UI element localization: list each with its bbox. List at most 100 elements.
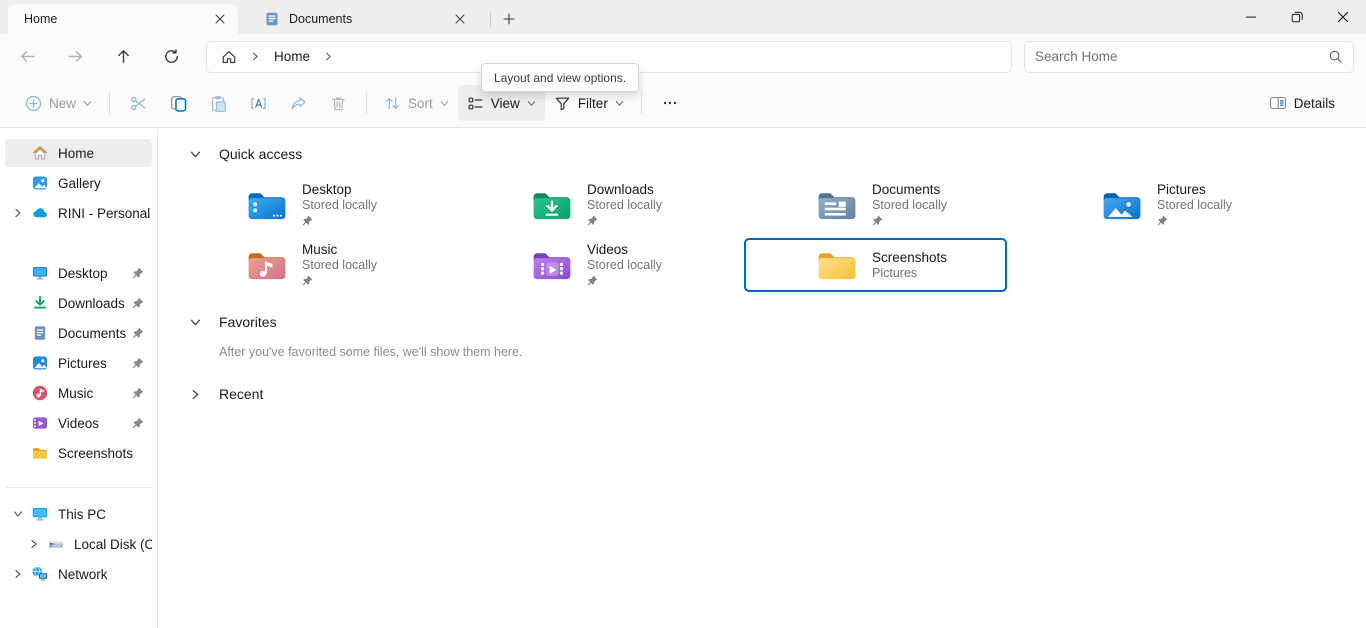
- tab-separator: [490, 12, 491, 27]
- close-icon[interactable]: [1320, 0, 1366, 34]
- chevron-right-icon[interactable]: [5, 569, 31, 579]
- chevron-down-icon[interactable]: [5, 509, 31, 519]
- search-icon: [1328, 49, 1343, 64]
- sidebar-item-documents[interactable]: Documents: [5, 319, 152, 347]
- search-box[interactable]: [1024, 41, 1354, 73]
- desktop-icon: [31, 264, 49, 282]
- pin-icon: [302, 275, 377, 288]
- rename-icon: [250, 95, 267, 112]
- breadcrumb-home-icon[interactable]: [213, 44, 245, 70]
- tab-home[interactable]: Home: [8, 4, 238, 34]
- home-folder-icon: [31, 144, 49, 162]
- new-button[interactable]: New: [16, 85, 101, 121]
- tab-documents[interactable]: Documents: [248, 4, 478, 34]
- back-icon[interactable]: [10, 40, 44, 74]
- section-title: Favorites: [219, 314, 277, 330]
- chevron-down-icon[interactable]: [190, 149, 206, 160]
- tile-screenshots[interactable]: Screenshots Pictures: [744, 238, 1007, 292]
- rename-button[interactable]: [238, 85, 278, 121]
- recent-section: Recent: [190, 382, 1366, 406]
- forward-icon[interactable]: [58, 40, 92, 74]
- favorites-empty-caption: After you've favorited some files, we'll…: [219, 345, 1366, 359]
- gallery-icon: [31, 174, 49, 192]
- up-icon[interactable]: [106, 40, 140, 74]
- share-button[interactable]: [278, 85, 318, 121]
- details-pane-icon: [1269, 94, 1287, 112]
- paste-button[interactable]: [198, 85, 238, 121]
- chevron-right-icon[interactable]: [21, 539, 47, 549]
- tile-videos[interactable]: Videos Stored locally: [459, 238, 722, 292]
- minimize-icon[interactable]: [1228, 0, 1274, 34]
- tab-close-icon[interactable]: [210, 9, 230, 29]
- sidebar-item-local-disk-c[interactable]: Local Disk (C:): [21, 530, 152, 558]
- sidebar-item-network[interactable]: Network: [5, 560, 152, 588]
- pin-icon: [132, 387, 152, 399]
- copy-button[interactable]: [158, 85, 198, 121]
- tile-desktop[interactable]: Desktop Stored locally: [174, 178, 437, 232]
- pin-icon: [302, 215, 377, 228]
- restore-icon[interactable]: [1274, 0, 1320, 34]
- sidebar-item-music[interactable]: Music: [5, 379, 152, 407]
- tab-close-icon[interactable]: [450, 9, 470, 29]
- sidebar-item-pictures[interactable]: Pictures: [5, 349, 152, 377]
- tile-subtitle: Stored locally: [302, 198, 377, 213]
- chevron-down-icon: [615, 99, 624, 108]
- sidebar-item-downloads[interactable]: Downloads: [5, 289, 152, 317]
- chevron-right-icon[interactable]: [5, 208, 31, 218]
- search-input[interactable]: [1035, 49, 1328, 64]
- pin-icon: [872, 215, 947, 228]
- pin-icon: [132, 327, 152, 339]
- downloads-folder-icon: [531, 188, 573, 223]
- sidebar-item-onedrive[interactable]: RINI - Personal: [5, 199, 152, 227]
- sidebar-item-videos[interactable]: Videos: [5, 409, 152, 437]
- tile-documents[interactable]: Documents Stored locally: [744, 178, 1007, 232]
- folder-icon: [816, 248, 858, 283]
- sidebar-item-screenshots[interactable]: Screenshots: [5, 439, 152, 467]
- sidebar-item-this-pc[interactable]: This PC: [5, 500, 152, 528]
- sidebar-item-desktop[interactable]: Desktop: [5, 259, 152, 287]
- sort-button[interactable]: Sort: [375, 85, 458, 121]
- chevron-right-icon: [318, 52, 339, 61]
- sidebar-item-home[interactable]: Home: [5, 139, 152, 167]
- chevron-down-icon: [527, 99, 536, 108]
- tile-subtitle: Stored locally: [872, 198, 947, 213]
- tile-downloads[interactable]: Downloads Stored locally: [459, 178, 722, 232]
- chevron-right-icon[interactable]: [190, 389, 206, 400]
- tile-name: Pictures: [1157, 182, 1232, 198]
- favorites-header: Favorites: [190, 310, 1366, 334]
- cut-button[interactable]: [118, 85, 158, 121]
- trash-icon: [330, 95, 347, 112]
- toolbar-separator: [366, 92, 367, 114]
- sidebar-separator: [6, 487, 151, 488]
- tab-home-label: Home: [24, 12, 210, 26]
- tab-documents-label: Documents: [289, 12, 450, 26]
- tile-pictures[interactable]: Pictures Stored locally: [1029, 178, 1292, 232]
- tile-music[interactable]: Music Stored locally: [174, 238, 437, 292]
- refresh-icon[interactable]: [154, 40, 188, 74]
- share-icon: [290, 95, 307, 112]
- documents-icon: [264, 11, 280, 27]
- chevron-down-icon: [440, 99, 449, 108]
- more-button[interactable]: [650, 85, 690, 121]
- pictures-icon: [31, 354, 49, 372]
- navigation-pane: Home Gallery RINI - Personal Desktop Dow…: [0, 129, 158, 628]
- documents-folder-icon: [816, 188, 858, 223]
- toolbar-separator: [109, 92, 110, 114]
- delete-button[interactable]: [318, 85, 358, 121]
- plus-circle-icon: [25, 95, 42, 112]
- sidebar-item-gallery[interactable]: Gallery: [5, 169, 152, 197]
- tile-subtitle: Stored locally: [302, 258, 377, 273]
- file-explorer-window: Home Documents: [0, 0, 1366, 628]
- chevron-down-icon[interactable]: [190, 317, 206, 328]
- folder-icon: [31, 444, 49, 462]
- pin-icon: [587, 215, 662, 228]
- details-button[interactable]: Details: [1260, 85, 1344, 121]
- pin-icon: [132, 357, 152, 369]
- home-icon: [221, 49, 237, 65]
- tile-subtitle: Stored locally: [587, 258, 662, 273]
- new-tab-button[interactable]: [499, 9, 519, 29]
- breadcrumb-segment[interactable]: Home: [266, 44, 318, 70]
- tooltip: Layout and view options.: [481, 63, 639, 92]
- recent-header: Recent: [190, 382, 1366, 406]
- desktop-folder-icon: [246, 188, 288, 223]
